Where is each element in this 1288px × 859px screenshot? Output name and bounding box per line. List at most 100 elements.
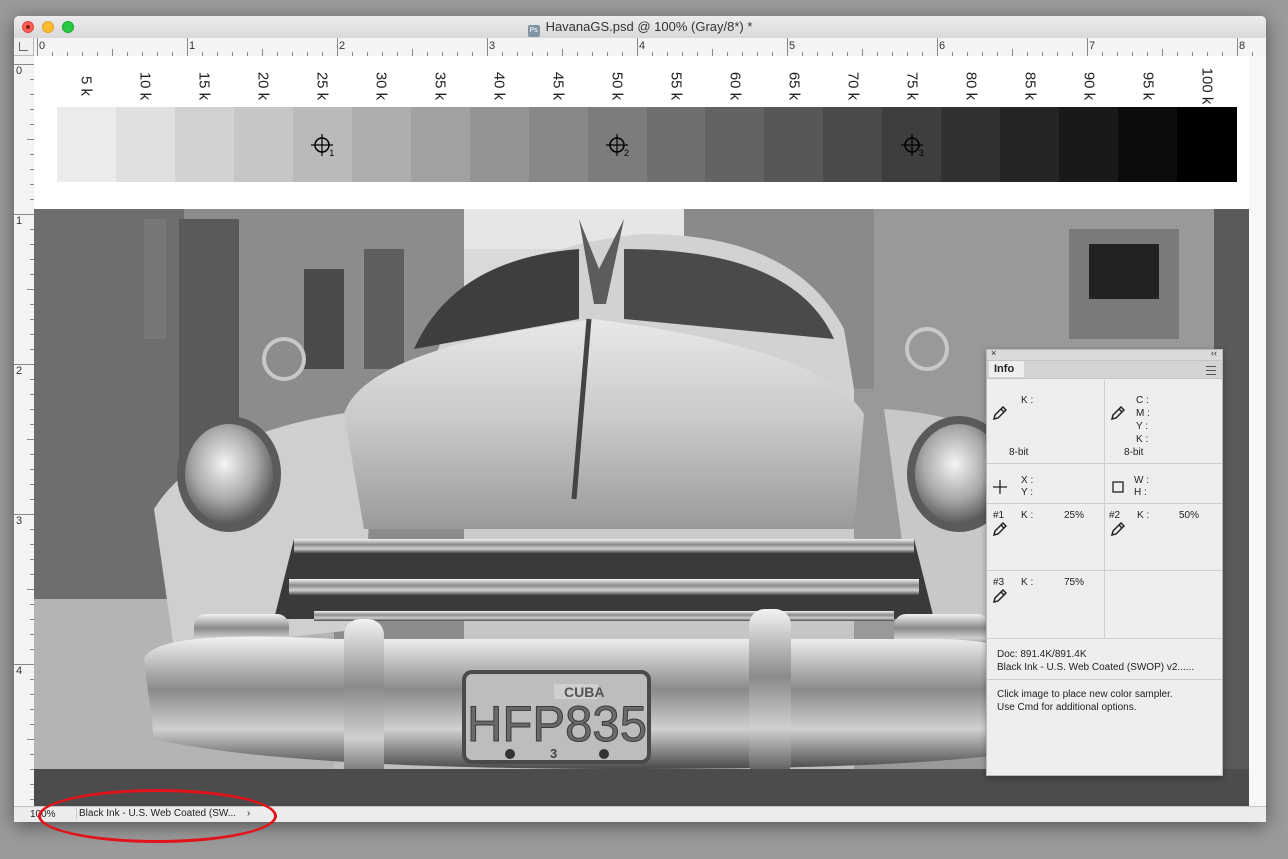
gray-scale-label-text: 15 k [195,71,213,101]
vertical-ruler[interactable]: 0 1 2 3 4 [14,56,35,806]
gray-scale-label: 20 k [253,70,273,102]
title-bar[interactable]: Ps HavanaGS.psd @ 100% (Gray/8*) * [14,16,1266,39]
ruler-tick [562,49,563,56]
ruler-tick [412,49,413,56]
vertical-scrollbar[interactable] [1249,56,1266,806]
ruler-tick [27,289,34,290]
horizontal-ruler[interactable]: 0 1 2 3 4 5 6 7 8 [34,38,1266,57]
gray-scale-label-text: 20 k [254,71,272,101]
gray-patch[interactable] [646,107,707,182]
gray-patch[interactable] [57,107,117,182]
ruler-origin[interactable] [14,38,34,56]
position-y-label: Y : [1021,487,1034,498]
ruler-tick [712,49,713,56]
sampler-1-id: #1 [993,510,1005,521]
position-x-label: X : [1021,475,1034,486]
ruler-label-h: 2 [339,40,346,52]
gray-patch[interactable] [705,107,765,182]
readout2-m-label: M : [1136,408,1150,419]
eyedropper-icon[interactable] [1111,406,1125,420]
gray-scale-label-text: 70 k [844,71,862,101]
gray-scale-label: 50 k [607,70,627,102]
gray-patch[interactable] [410,107,471,182]
gray-patch[interactable] [1177,107,1237,182]
gray-scale-label: 65 k [784,70,804,102]
gray-scale-label-text: 10 k [136,71,154,101]
gray-scale-label-text: 45 k [549,71,567,101]
selection-size-icon [1112,481,1124,493]
gray-scale-label: 10 k [135,70,155,102]
panel-menu-icon[interactable] [1206,366,1216,375]
color-sampler-number: 1 [329,148,335,158]
gray-scale-label: 80 k [961,70,981,102]
gray-scale-label-text: 80 k [962,71,980,101]
gray-patch[interactable] [1059,107,1119,182]
gray-patch[interactable] [469,107,530,182]
doc-size-readout: Doc: 891.4K/891.4K [997,649,1087,660]
gray-patch[interactable] [764,107,824,182]
license-plate-number: HFP835 [467,696,647,752]
gray-patch[interactable] [823,107,883,182]
gray-patch[interactable] [528,107,589,182]
size-w-label: W : [1134,475,1149,486]
gray-patch[interactable] [941,107,1001,182]
gray-scale-label-text: 50 k [608,71,626,101]
eyedropper-icon[interactable] [993,406,1007,420]
ruler-tick [1012,49,1013,56]
gray-patch[interactable] [1000,107,1060,182]
sampler-2-value: 50% [1179,510,1200,521]
gray-patch[interactable] [174,107,235,182]
sampler-1-channel: K : [1021,510,1034,521]
ruler-tick [1237,38,1238,56]
readout2-bitdepth[interactable]: 8-bit [1124,447,1143,458]
ruler-tick [337,38,338,56]
info-panel-header[interactable]: × ‹‹ [987,348,1222,361]
gray-scale-label-text: 25 k [313,71,331,101]
readout1-bitdepth[interactable]: 8-bit [1009,447,1028,458]
gray-scale-label-text: 60 k [726,71,744,101]
ruler-label-h: 3 [489,40,496,52]
gray-patch[interactable] [1118,107,1178,182]
gray-patch[interactable] [233,107,294,182]
readout2-y-label: Y : [1136,421,1149,432]
ruler-label-h: 7 [1089,40,1096,52]
gray-scale-label-text: 5 k [77,75,95,97]
gray-patch[interactable] [115,107,176,182]
sampler-eyedropper-icon[interactable] [993,522,1007,536]
gray-scale-label-text: 35 k [431,71,449,101]
sampler-eyedropper-icon[interactable] [993,589,1007,603]
ruler-label-v: 0 [16,65,23,77]
sampler-3-id: #3 [993,577,1005,588]
info-panel[interactable]: × ‹‹ Info K : 8-bit C : M : Y : K : 8-bi… [986,348,1223,776]
ruler-label-v: 2 [16,365,23,377]
ruler-tick [787,38,788,56]
gray-scale-label-text: 55 k [667,71,685,101]
color-sampler-number: 3 [918,148,924,158]
hint-line-2: Use Cmd for additional options. [997,702,1137,713]
panel-collapse-icon[interactable]: ‹‹ [1211,348,1217,358]
grayscale-step-wedge[interactable]: 1 2 3 [57,107,1237,182]
gray-scale-label: 60 k [725,70,745,102]
gray-scale-label-text: 100 k [1198,67,1216,105]
ruler-label-h: 1 [189,40,196,52]
ruler-tick [37,38,38,56]
gray-patch[interactable] [351,107,412,182]
ruler-label-h: 8 [1239,40,1246,52]
sampler-3-value: 75% [1064,577,1085,588]
ruler-tick [27,589,34,590]
gray-scale-label: 35 k [430,70,450,102]
color-sampler-number: 2 [624,148,630,158]
tab-info[interactable]: Info [989,361,1024,377]
photoshop-file-icon: Ps [527,25,540,37]
gray-scale-label-text: 90 k [1080,71,1098,101]
annotation-ellipse [38,789,277,843]
crosshair-icon [993,480,1007,494]
sampler-eyedropper-icon[interactable] [1111,522,1125,536]
panel-close-icon[interactable]: × [991,348,996,358]
readout2-c-label: C : [1136,395,1149,406]
gray-scale-label-text: 75 k [903,71,921,101]
gray-scale-label-text: 40 k [490,71,508,101]
gray-scale-label: 5 k [76,70,96,102]
ruler-label-v: 1 [16,215,23,227]
size-h-label: H : [1134,487,1147,498]
